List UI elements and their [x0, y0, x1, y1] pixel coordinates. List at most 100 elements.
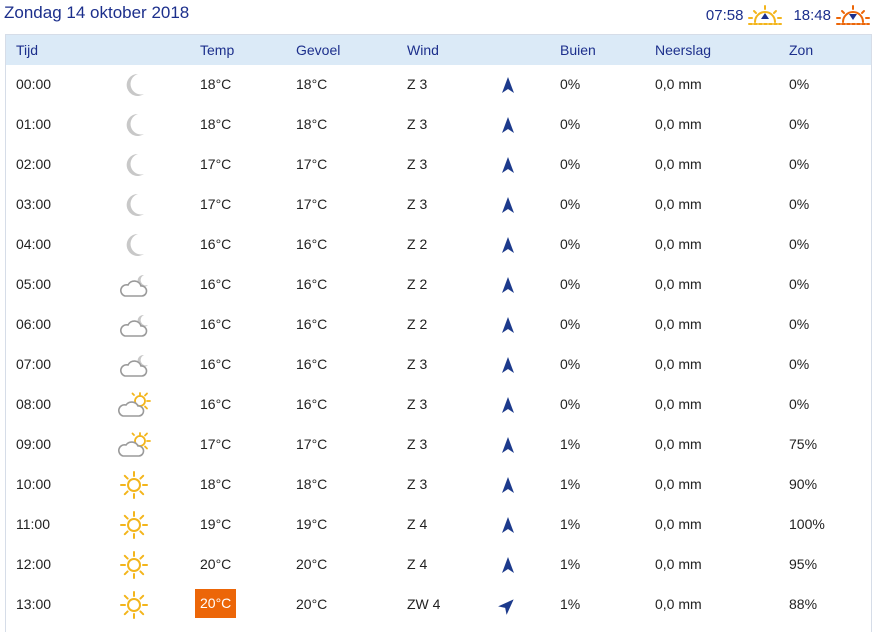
cell-sun: 0% — [789, 156, 810, 172]
table-row: 06:00 16°C 16°C Z 2 0% 0,0 mm 0% — [6, 305, 871, 345]
cell-wind: Z 2 — [407, 316, 428, 332]
cell-feel: 20°C — [296, 596, 328, 612]
cell-feel: 18°C — [296, 76, 328, 92]
cell-feel: 16°C — [296, 396, 328, 412]
wind-direction-arrow-icon — [502, 277, 514, 293]
cell-time: 13:00 — [16, 596, 52, 612]
cell-showers: 0% — [560, 276, 581, 292]
cell-temp: 20°C — [200, 556, 232, 572]
cell-temp: 16°C — [200, 356, 232, 372]
cell-sun: 0% — [789, 116, 810, 132]
wind-direction-arrow-icon — [502, 197, 514, 213]
cell-wind: Z 3 — [407, 476, 428, 492]
cell-temp: 20°C — [195, 589, 237, 618]
cell-temp: 16°C — [200, 396, 232, 412]
sunrise-time: 07:58 — [705, 6, 744, 24]
table-row: 05:00 16°C 16°C Z 2 0% 0,0 mm 0% — [6, 265, 871, 305]
cell-feel: 18°C — [296, 476, 328, 492]
cell-temp: 16°C — [200, 316, 232, 332]
sunset-icon — [836, 5, 870, 25]
cell-precip: 0,0 mm — [655, 516, 702, 532]
cell-wind: Z 2 — [407, 276, 428, 292]
cell-showers: 0% — [560, 236, 581, 252]
cell-time: 03:00 — [16, 196, 52, 212]
cell-wind: Z 3 — [407, 76, 428, 92]
moon-icon — [116, 71, 152, 99]
page-title: Zondag 14 oktober 2018 — [4, 3, 190, 22]
wind-direction-arrow-icon — [502, 317, 514, 333]
table-body: 00:00 18°C 18°C Z 3 0% 0,0 mm 0% 01:00 18°C 18°C Z… — [6, 65, 871, 625]
column-header-feel: Gevoel — [296, 42, 341, 58]
cell-sun: 0% — [789, 236, 810, 252]
cell-showers: 0% — [560, 196, 581, 212]
cell-sun: 0% — [789, 396, 810, 412]
cell-temp: 19°C — [200, 516, 232, 532]
wind-direction-arrow-icon — [502, 77, 514, 93]
cell-precip: 0,0 mm — [655, 396, 702, 412]
cell-showers: 1% — [560, 596, 581, 612]
cell-sun: 95% — [789, 556, 818, 572]
cell-time: 02:00 — [16, 156, 52, 172]
cell-sun: 75% — [789, 436, 818, 452]
sunrise-icon — [748, 5, 783, 25]
cloud-moon-icon — [116, 271, 152, 299]
cell-time: 11:00 — [16, 516, 50, 532]
column-header-precip: Neerslag — [655, 42, 712, 58]
table-row: 03:00 17°C 17°C Z 3 0% 0,0 mm 0% — [6, 185, 871, 225]
wind-direction-arrow-icon — [502, 477, 514, 493]
cell-time: 09:00 — [16, 436, 52, 452]
table-row: 13:00 20°C 20°C ZW 4 1% 0,0 mm 88% — [6, 585, 871, 625]
wind-direction-arrow-icon — [502, 437, 514, 453]
table-row: 12:00 20°C 20°C Z 4 1% 0,0 mm 95% — [6, 545, 871, 585]
cell-precip: 0,0 mm — [655, 436, 702, 452]
table-row: 01:00 18°C 18°C Z 3 0% 0,0 mm 0% — [6, 105, 871, 145]
cell-sun: 0% — [789, 76, 810, 92]
cell-feel: 17°C — [296, 156, 328, 172]
cell-temp: 17°C — [200, 196, 232, 212]
cell-time: 06:00 — [16, 316, 52, 332]
cloud-sun-icon — [116, 431, 152, 459]
cell-temp: 17°C — [200, 436, 232, 452]
cell-showers: 1% — [560, 516, 581, 532]
cell-time: 08:00 — [16, 396, 52, 412]
cell-precip: 0,0 mm — [655, 196, 702, 212]
cell-temp: 17°C — [200, 156, 232, 172]
table-header: Tijd Temp Gevoel Wind Buien Neerslag Zon — [6, 35, 871, 65]
moon-icon — [116, 231, 152, 259]
cell-precip: 0,0 mm — [655, 236, 702, 252]
cell-sun: 0% — [789, 316, 810, 332]
cell-time: 05:00 — [16, 276, 52, 292]
cloud-moon-icon — [116, 311, 152, 339]
sun-icon — [116, 471, 152, 499]
cell-feel: 17°C — [296, 436, 328, 452]
cell-feel: 20°C — [296, 556, 328, 572]
sun-icon — [116, 591, 152, 619]
moon-icon — [116, 111, 152, 139]
cell-showers: 0% — [560, 356, 581, 372]
cloud-moon-icon — [116, 351, 152, 379]
cell-temp: 16°C — [200, 276, 232, 292]
cell-precip: 0,0 mm — [655, 556, 702, 572]
cell-showers: 0% — [560, 116, 581, 132]
cell-showers: 1% — [560, 476, 581, 492]
wind-direction-arrow-icon — [502, 357, 514, 373]
table-row: 10:00 18°C 18°C Z 3 1% 0,0 mm 90% — [6, 465, 871, 505]
wind-direction-arrow-icon — [502, 237, 514, 253]
cell-time: 04:00 — [16, 236, 52, 252]
cell-wind: Z 4 — [407, 516, 428, 532]
cell-showers: 0% — [560, 396, 581, 412]
table-row: 09:00 17°C 17°C Z 3 1% 0,0 mm 75% — [6, 425, 871, 465]
column-header-showers: Buien — [560, 42, 596, 58]
cell-precip: 0,0 mm — [655, 596, 702, 612]
moon-icon — [116, 191, 152, 219]
column-header-sun: Zon — [789, 42, 814, 58]
cell-sun: 0% — [789, 196, 810, 212]
cell-time: 10:00 — [16, 476, 52, 492]
cell-sun: 90% — [789, 476, 818, 492]
cell-precip: 0,0 mm — [655, 116, 702, 132]
cell-wind: Z 3 — [407, 356, 428, 372]
cell-wind: Z 3 — [407, 156, 428, 172]
cell-precip: 0,0 mm — [655, 156, 702, 172]
cell-showers: 1% — [560, 436, 581, 452]
cell-sun: 0% — [789, 276, 810, 292]
